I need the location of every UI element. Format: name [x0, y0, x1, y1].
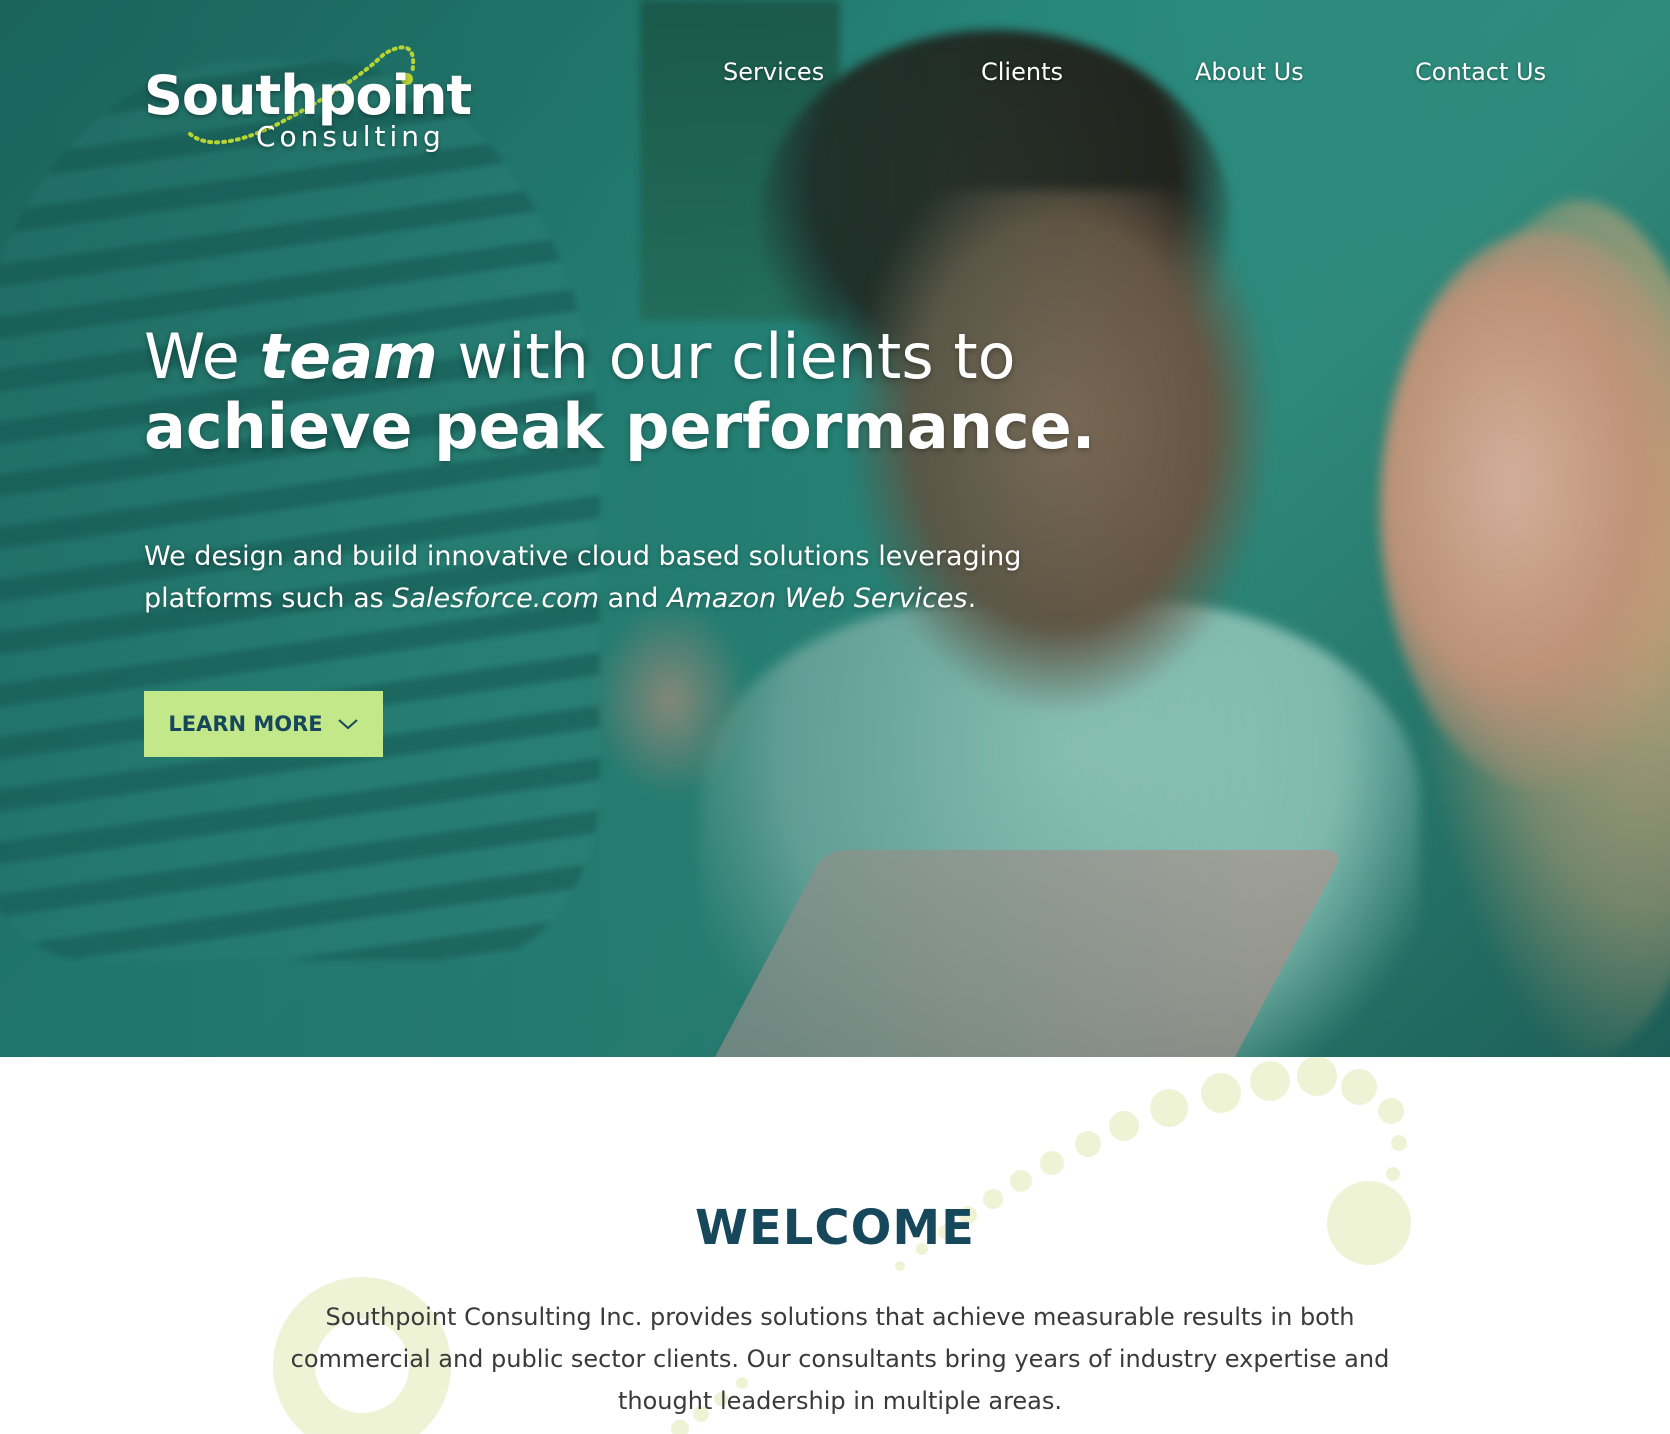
hero-section	[0, 0, 1670, 1057]
headline-rest: with our clients to	[457, 320, 1016, 393]
nav-item-services[interactable]: Services	[723, 58, 824, 86]
hero-overlay	[0, 0, 1670, 1057]
hero-headline: We team with our clients to achieve peak…	[144, 322, 1095, 462]
learn-more-button[interactable]: LEARN MORE	[144, 691, 383, 757]
hero-subtext-period: .	[967, 583, 977, 614]
hero-subtext-and: and	[607, 583, 659, 614]
welcome-body: Southpoint Consulting Inc. provides solu…	[290, 1303, 1390, 1415]
headline-team: team	[259, 320, 438, 393]
welcome-title: WELCOME	[695, 1200, 975, 1256]
nav-item-contact-us[interactable]: Contact Us	[1415, 58, 1546, 86]
logo-tagline: Consulting	[256, 120, 445, 153]
nav-item-about-us[interactable]: About Us	[1195, 58, 1304, 86]
headline-we: We	[144, 320, 240, 393]
hero-headline-line2: achieve peak performance.	[144, 390, 1096, 463]
hero-headline-line1: We team with our clients to	[144, 322, 1095, 392]
main-nav: Services Clients About Us Contact Us	[0, 58, 1670, 94]
hero-subtext-prefix: platforms such as	[144, 583, 384, 614]
hero-subtext-aws: Amazon Web Services	[667, 583, 968, 614]
nav-item-clients[interactable]: Clients	[981, 58, 1063, 86]
hero-subtext: We design and build innovative cloud bas…	[144, 536, 1044, 620]
hero-subtext-line1: We design and build innovative cloud bas…	[144, 541, 1022, 572]
hero-subtext-salesforce: Salesforce.com	[392, 583, 600, 614]
chevron-down-icon	[337, 719, 358, 730]
learn-more-label: LEARN MORE	[168, 712, 323, 736]
